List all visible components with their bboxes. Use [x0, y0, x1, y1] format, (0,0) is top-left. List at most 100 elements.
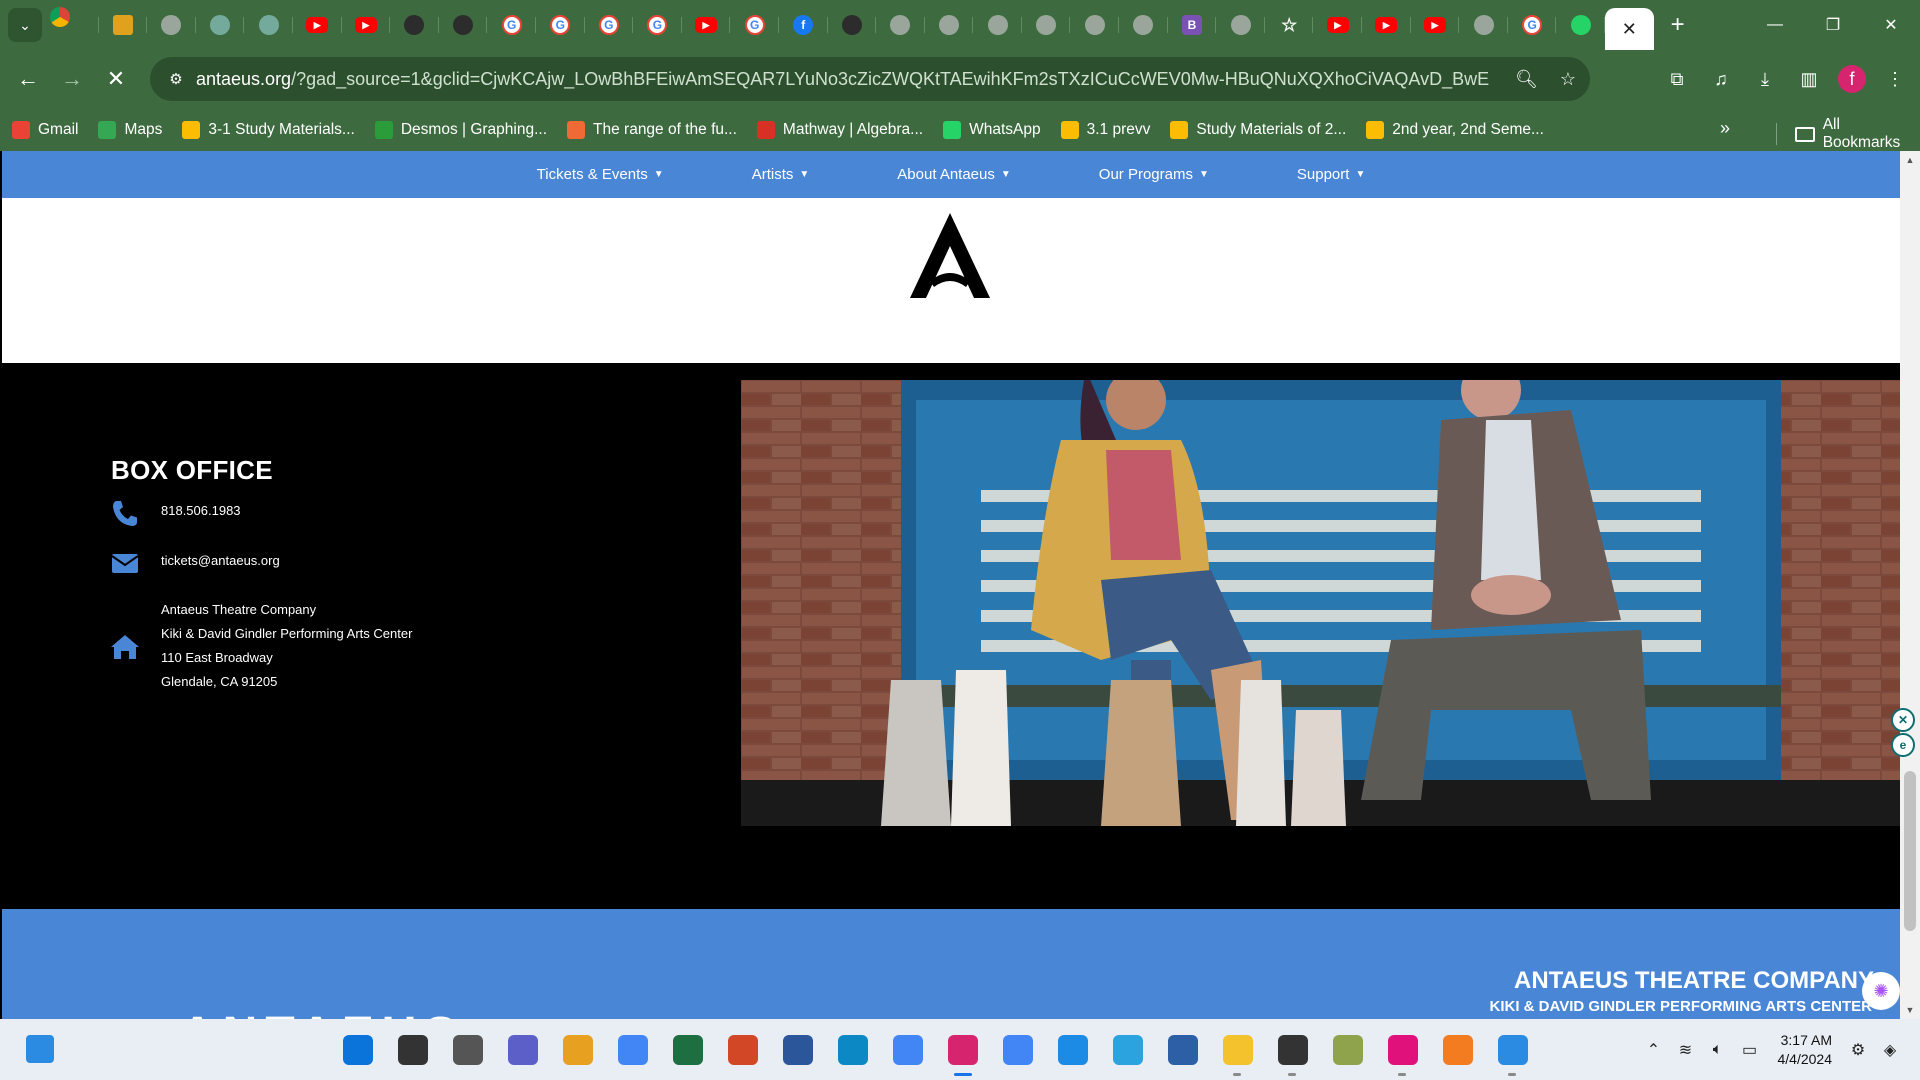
browser-tab[interactable] — [147, 7, 196, 43]
scroll-thumb[interactable] — [1904, 771, 1916, 931]
browser-tab[interactable] — [50, 7, 99, 43]
bookmark-item[interactable]: Study Materials of 2... — [1170, 120, 1346, 139]
browser-tab[interactable]: G — [730, 7, 779, 43]
taskbar-app[interactable] — [660, 1019, 715, 1080]
taskbar-app[interactable] — [385, 1019, 440, 1080]
taskbar-app[interactable] — [825, 1019, 880, 1080]
notification-icon[interactable]: ⚙ — [1844, 1036, 1872, 1064]
browser-tab[interactable] — [828, 7, 877, 43]
taskbar-app[interactable] — [1485, 1019, 1540, 1080]
browser-tab[interactable] — [99, 7, 148, 43]
wifi-icon[interactable]: ≋ — [1672, 1036, 1700, 1064]
close-window-button[interactable]: ✕ — [1862, 0, 1920, 50]
browser-tab[interactable]: G — [487, 7, 536, 43]
bookmark-item[interactable]: Maps — [98, 120, 162, 139]
browser-tab[interactable]: ▶ — [682, 7, 731, 43]
taskbar-app[interactable] — [715, 1019, 770, 1080]
browser-tab[interactable]: ▶ — [1411, 7, 1460, 43]
taskbar-app[interactable] — [935, 1019, 990, 1080]
taskbar-app[interactable] — [1155, 1019, 1210, 1080]
taskbar-app[interactable] — [1045, 1019, 1100, 1080]
browser-tab[interactable] — [925, 7, 974, 43]
bookmark-item[interactable]: Mathway | Algebra... — [756, 120, 923, 139]
browser-tab[interactable]: G — [585, 7, 634, 43]
bookmark-item[interactable]: 3-1 Study Materials... — [182, 120, 355, 139]
restore-button[interactable]: ❐ — [1804, 0, 1862, 50]
zoom-icon[interactable]: 🔍︎ — [1515, 69, 1538, 90]
menu-kebab-icon[interactable]: ⋮ — [1880, 64, 1910, 94]
browser-tab[interactable] — [196, 7, 245, 43]
browser-tab[interactable]: G — [1508, 7, 1557, 43]
forward-button[interactable]: → — [50, 57, 94, 101]
nav-item-support[interactable]: Support ▼ — [1253, 151, 1409, 198]
browser-tab[interactable]: f — [779, 7, 828, 43]
email-link[interactable]: tickets@antaeus.org — [161, 548, 280, 574]
chevron-up-icon[interactable]: ⌃ — [1640, 1036, 1668, 1064]
scroll-up-arrow[interactable]: ▲ — [1900, 151, 1920, 169]
close-circle-icon[interactable]: ✕ — [1891, 708, 1915, 732]
nav-item-our-programs[interactable]: Our Programs ▼ — [1055, 151, 1253, 198]
nav-item-tickets-events[interactable]: Tickets & Events ▼ — [493, 151, 708, 198]
browser-tab[interactable]: ▶ — [1313, 7, 1362, 43]
taskbar-app[interactable] — [1430, 1019, 1485, 1080]
back-button[interactable]: ← — [6, 57, 50, 101]
url-text[interactable]: antaeus.org/?gad_source=1&gclid=CjwKCAjw… — [196, 69, 1526, 90]
taskbar-app[interactable] — [770, 1019, 825, 1080]
browser-tab[interactable]: ▶ — [1362, 7, 1411, 43]
clock[interactable]: 3:17 AM 4/4/2024 — [1778, 1031, 1833, 1069]
browser-tab[interactable] — [439, 7, 488, 43]
browser-tab[interactable] — [1216, 7, 1265, 43]
browser-tab[interactable] — [1119, 7, 1168, 43]
assistant-bubble-icon[interactable]: ✺ — [1862, 972, 1900, 1010]
minimize-button[interactable]: — — [1746, 0, 1804, 50]
address-bar[interactable]: ⚙ antaeus.org/?gad_source=1&gclid=CjwKCA… — [150, 57, 1590, 101]
media-controls-icon[interactable]: ♫ — [1706, 64, 1736, 94]
widgets-icon[interactable] — [26, 1035, 54, 1063]
all-bookmarks-button[interactable]: All Bookmarks — [1776, 116, 1920, 152]
active-tab[interactable]: ✕ — [1605, 8, 1654, 50]
taskbar-app[interactable] — [440, 1019, 495, 1080]
taskbar-app[interactable] — [880, 1019, 935, 1080]
browser-tab[interactable]: ▶ — [293, 7, 342, 43]
scroll-down-arrow[interactable]: ▼ — [1900, 1001, 1920, 1019]
copilot-icon[interactable]: ◈ — [1876, 1036, 1904, 1064]
bookmark-item[interactable]: Desmos | Graphing... — [374, 120, 547, 139]
stop-loading-button[interactable]: ✕ — [94, 57, 138, 101]
site-settings-icon[interactable]: ⚙ — [156, 70, 196, 88]
side-panel-icon[interactable]: ▥ — [1794, 64, 1824, 94]
browser-tab[interactable] — [1459, 7, 1508, 43]
bookmark-star-icon[interactable]: ☆ — [1560, 69, 1576, 90]
tab-search-button[interactable]: ⌄ — [8, 8, 42, 42]
browser-tab[interactable]: ☆ — [1265, 7, 1314, 43]
extensions-icon[interactable]: ⧉ — [1662, 64, 1692, 94]
browser-tab[interactable] — [1022, 7, 1071, 43]
browser-tab[interactable]: G — [536, 7, 585, 43]
download-icon[interactable]: ⤓ — [1750, 64, 1780, 94]
browser-tab[interactable] — [876, 7, 925, 43]
taskbar-app[interactable] — [1265, 1019, 1320, 1080]
bookmark-item[interactable]: 3.1 prevv — [1060, 120, 1150, 139]
taskbar-app[interactable] — [1210, 1019, 1265, 1080]
browser-tab[interactable]: ▶ — [342, 7, 391, 43]
browser-tab[interactable] — [973, 7, 1022, 43]
new-tab-button[interactable]: + — [1660, 7, 1696, 43]
volume-icon[interactable]: 🔈︎ — [1704, 1036, 1732, 1064]
browser-tab[interactable]: G — [633, 7, 682, 43]
taskbar-app[interactable] — [605, 1019, 660, 1080]
browser-tab[interactable]: B — [1168, 7, 1217, 43]
bookmark-item[interactable]: 2nd year, 2nd Seme... — [1366, 120, 1544, 139]
profile-avatar[interactable]: f — [1838, 65, 1866, 93]
browser-tab[interactable] — [1070, 7, 1119, 43]
battery-icon[interactable]: ▭ — [1736, 1036, 1764, 1064]
taskbar-app[interactable] — [1375, 1019, 1430, 1080]
taskbar-app[interactable] — [330, 1019, 385, 1080]
antaeus-logo[interactable] — [910, 213, 990, 298]
page-scrollbar[interactable]: ▲ ▼ — [1900, 151, 1920, 1019]
browser-tab[interactable] — [244, 7, 293, 43]
nav-item-about-antaeus[interactable]: About Antaeus ▼ — [853, 151, 1055, 198]
close-tab-icon[interactable]: ✕ — [1622, 19, 1637, 40]
bookmark-item[interactable]: WhatsApp — [943, 120, 1041, 139]
taskbar-app[interactable] — [1100, 1019, 1155, 1080]
phone-number[interactable]: 818.506.1983 — [161, 498, 241, 524]
taskbar-app[interactable] — [990, 1019, 1045, 1080]
